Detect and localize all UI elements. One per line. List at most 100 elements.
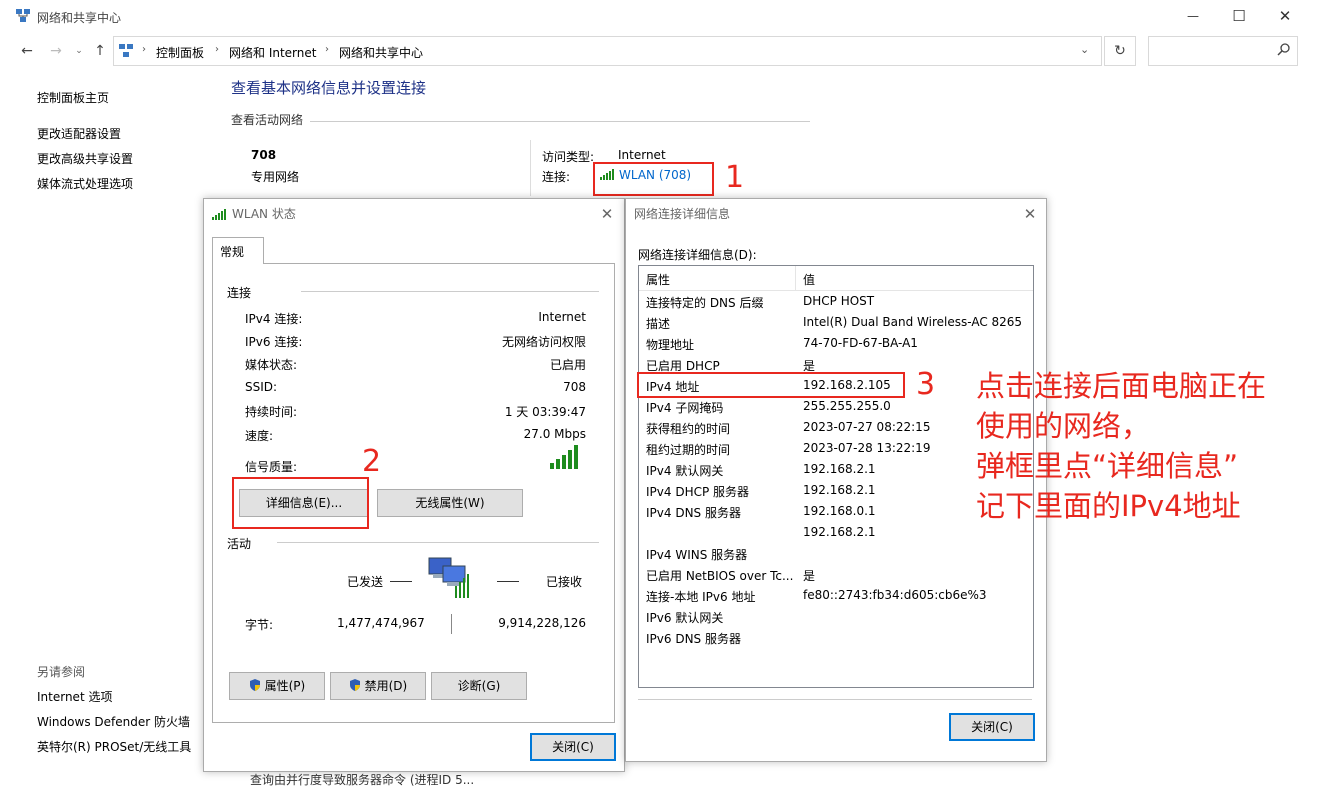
speed-label: 速度: xyxy=(245,429,274,443)
ipv6-value: 无网络访问权限 xyxy=(501,335,586,349)
details-value: 255.255.255.0 xyxy=(803,399,891,413)
details-row[interactable]: 连接-本地 IPv6 地址 fe80::2743:fb34:d605:cb6e%3 xyxy=(639,587,1033,608)
details-value: Intel(R) Dual Band Wireless-AC 8265 xyxy=(803,315,1023,329)
sidebar-link-media[interactable]: 媒体流式处理选项 xyxy=(37,175,133,192)
list-header: 属性 值 xyxy=(639,266,1033,291)
sent-label: 已发送 xyxy=(347,575,384,589)
recent-chevron-icon[interactable]: ⌄ xyxy=(70,42,88,60)
divider xyxy=(310,121,810,122)
note-line-3: 弹框里点“详细信息” xyxy=(976,449,1239,483)
minimize-button[interactable]: — xyxy=(1170,0,1216,32)
shield-icon xyxy=(349,674,361,691)
wireless-properties-button[interactable]: 无线属性(W) xyxy=(377,489,523,517)
details-value: 192.168.2.1 xyxy=(803,483,876,497)
see-also-internet-options[interactable]: Internet 选项 xyxy=(37,688,112,705)
forward-arrow-icon[interactable]: → xyxy=(47,42,65,60)
access-type-value: Internet xyxy=(618,148,666,162)
up-arrow-icon[interactable]: ↑ xyxy=(91,42,109,60)
details-property: 已启用 NetBIOS over Tc... xyxy=(646,569,794,583)
received-line xyxy=(497,581,519,582)
details-value: 192.168.2.1 xyxy=(803,525,876,539)
refresh-icon: ↻ xyxy=(1114,43,1126,59)
note-line-1: 点击连接后面电脑正在 xyxy=(976,369,1267,403)
refresh-button[interactable]: ↻ xyxy=(1104,36,1136,66)
diagnose-button[interactable]: 诊断(G) xyxy=(431,672,527,700)
details-row[interactable]: IPv4 DHCP 服务器 192.168.2.1 xyxy=(639,482,1033,503)
details-row[interactable]: 已启用 NetBIOS over Tc... 是 xyxy=(639,566,1033,587)
media-state-value: 已启用 xyxy=(549,358,586,372)
maximize-button[interactable]: ☐ xyxy=(1216,0,1262,32)
column-header-property[interactable]: 属性 xyxy=(646,271,670,288)
sent-line xyxy=(390,581,412,582)
network-computers-icon xyxy=(427,554,475,601)
details-list[interactable]: 属性 值 连接特定的 DNS 后缀 DHCP HOST 描述 Intel(R) Dua… xyxy=(638,265,1034,688)
breadcrumb-network-internet[interactable]: 网络和 Internet xyxy=(229,44,316,61)
column-header-value[interactable]: 值 xyxy=(803,271,815,288)
address-dropdown-icon[interactable]: ⌄ xyxy=(1080,43,1089,56)
details-row[interactable]: 连接特定的 DNS 后缀 DHCP HOST xyxy=(639,293,1033,314)
see-also-title: 另请参阅 xyxy=(37,665,86,679)
details-row[interactable]: IPv4 WINS 服务器 xyxy=(639,545,1033,566)
close-button[interactable]: ✕ xyxy=(1262,0,1308,32)
details-property: IPv4 子网掩码 xyxy=(646,401,724,415)
divider xyxy=(530,140,531,196)
details-value: fe80::2743:fb34:d605:cb6e%3 xyxy=(803,588,987,602)
details-value: DHCP HOST xyxy=(803,294,875,308)
breadcrumb-control-panel[interactable]: 控制面板 xyxy=(156,44,204,61)
received-label: 已接收 xyxy=(546,575,583,589)
sidebar-home-link[interactable]: 控制面板主页 xyxy=(37,89,109,106)
wifi-signal-icon xyxy=(212,208,228,223)
ssid-value: 708 xyxy=(563,380,586,394)
breadcrumb-network-sharing-center[interactable]: 网络和共享中心 xyxy=(339,44,423,61)
annotation-number-2: 2 xyxy=(362,444,382,479)
dialog-close-button[interactable]: ✕ xyxy=(1019,203,1041,225)
note-line-4: 记下里面的IPv4地址 xyxy=(976,489,1241,523)
title-bar: 网络和共享中心 — ☐ ✕ xyxy=(0,0,1310,32)
details-row[interactable]: IPv4 默认网关 192.168.2.1 xyxy=(639,461,1033,482)
details-row[interactable]: 物理地址 74-70-FD-67-BA-A1 xyxy=(639,335,1033,356)
address-box[interactable]: › 控制面板 › 网络和 Internet › 网络和共享中心 ⌄ xyxy=(113,36,1102,66)
disable-button[interactable]: 禁用(D) xyxy=(330,672,426,700)
bytes-label: 字节: xyxy=(245,618,274,632)
details-row[interactable]: 租约过期的时间 2023-07-28 13:22:19 xyxy=(639,440,1033,461)
details-row[interactable]: 描述 Intel(R) Dual Band Wireless-AC 8265 xyxy=(639,314,1033,335)
details-row[interactable]: IPv4 DNS 服务器 192.168.0.1 xyxy=(639,503,1033,524)
details-value: 是 xyxy=(803,569,816,583)
details-property: 连接特定的 DNS 后缀 xyxy=(646,296,764,310)
search-icon xyxy=(1277,42,1291,59)
details-row[interactable]: IPv6 DNS 服务器 xyxy=(639,629,1033,650)
back-arrow-icon[interactable]: ← xyxy=(18,42,36,60)
annotation-box-1 xyxy=(593,162,714,196)
wireless-properties-label: 无线属性(W) xyxy=(415,496,485,510)
details-row[interactable]: 192.168.2.1 xyxy=(639,524,1033,545)
sidebar-link-adapter[interactable]: 更改适配器设置 xyxy=(37,125,121,142)
annotation-box-3 xyxy=(637,372,905,398)
details-value: 74-70-FD-67-BA-A1 xyxy=(803,336,918,350)
details-row[interactable]: IPv4 子网掩码 255.255.255.0 xyxy=(639,398,1033,419)
dialog-close-button[interactable]: ✕ xyxy=(596,203,618,225)
sidebar-link-sharing[interactable]: 更改高级共享设置 xyxy=(37,150,133,167)
details-row[interactable]: 获得租约的时间 2023-07-27 08:22:15 xyxy=(639,419,1033,440)
bottom-truncated-item: 查询由并行度导致服务器命令 (进程ID 5... xyxy=(250,773,475,787)
signal-strength-icon xyxy=(550,445,580,472)
see-also-firewall[interactable]: Windows Defender 防火墙 xyxy=(37,713,190,730)
details-property: 描述 xyxy=(646,317,671,331)
duration-value: 1 天 03:39:47 xyxy=(504,405,586,419)
details-property: IPv4 DHCP 服务器 xyxy=(646,485,750,499)
dialog-title: WLAN 状态 xyxy=(232,207,296,221)
close-details-button[interactable]: 关闭(C) xyxy=(949,713,1035,741)
search-input[interactable] xyxy=(1148,36,1298,66)
see-also-proset[interactable]: 英特尔(R) PROSet/无线工具 xyxy=(37,738,191,755)
tab-general[interactable]: 常规 xyxy=(212,237,264,264)
bytes-sent-value: 1,477,474,967 xyxy=(337,616,425,630)
signal-quality-label: 信号质量: xyxy=(245,460,298,474)
ipv6-label: IPv6 连接: xyxy=(245,335,303,349)
details-row[interactable]: IPv6 默认网关 xyxy=(639,608,1033,629)
properties-button[interactable]: 属性(P) xyxy=(229,672,325,700)
annotation-note: 点击连接后面电脑正在 使用的网络， 弹框里点“详细信息” 记下里面的IPv4地址 xyxy=(976,366,1266,526)
details-list-label: 网络连接详细信息(D): xyxy=(638,248,757,262)
details-property: IPv6 DNS 服务器 xyxy=(646,632,741,646)
close-dialog-button[interactable]: 关闭(C) xyxy=(530,733,616,761)
shield-icon xyxy=(249,674,261,691)
close-details-label: 关闭(C) xyxy=(971,720,1013,734)
